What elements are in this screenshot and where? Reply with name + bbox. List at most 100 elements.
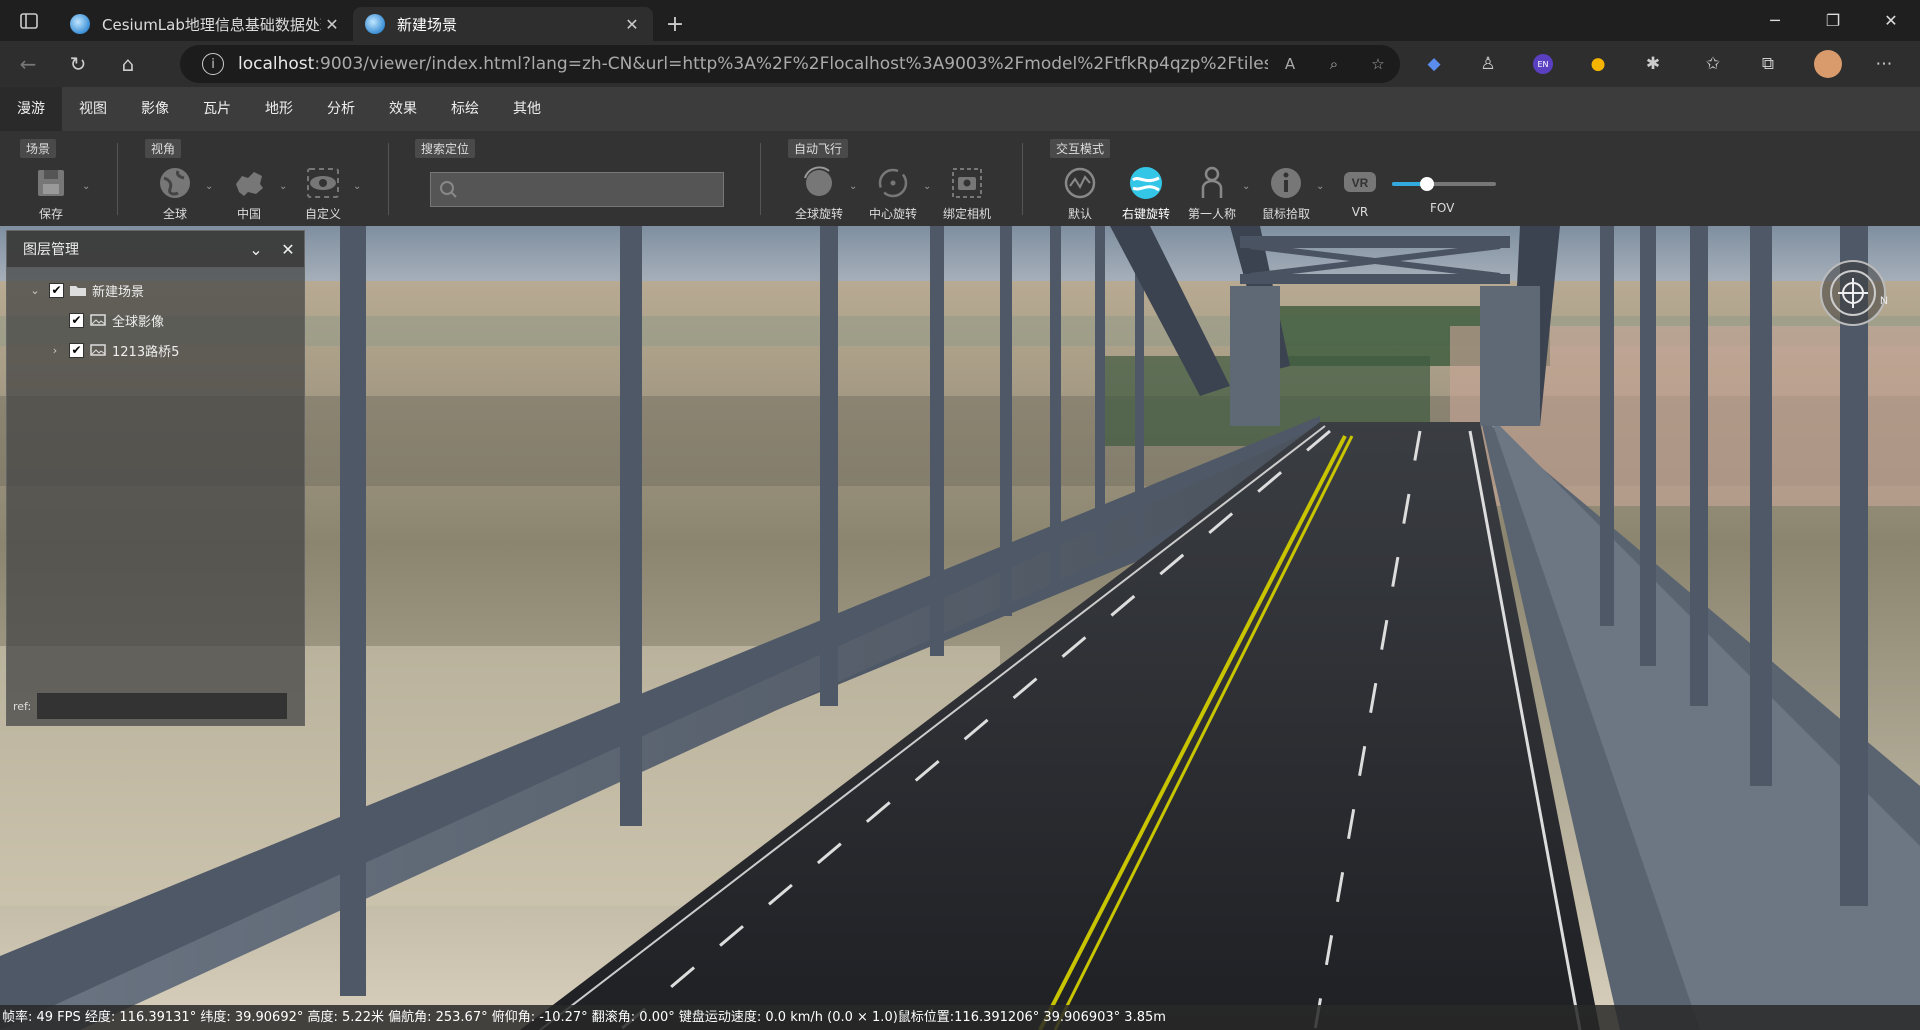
chevron-down-icon[interactable]: ⌄	[1242, 181, 1250, 192]
more-icon[interactable]: ⋯	[1866, 46, 1902, 82]
chevron-down-icon[interactable]: ⌄	[82, 181, 90, 192]
image-layer-icon	[90, 314, 106, 326]
browser-tabbar: CesiumLab地理信息基础数据处理 ✕ 新建场景 ✕ + ─ ❐ ✕	[0, 0, 1920, 41]
ref-input[interactable]	[37, 693, 288, 719]
read-aloud-icon[interactable]: A	[1268, 55, 1312, 73]
add-favorite-icon[interactable]: ☆	[1356, 55, 1400, 73]
menu-item-analysis[interactable]: 分析	[310, 87, 372, 131]
chevron-down-icon[interactable]: ⌄	[923, 181, 931, 192]
person-icon	[1192, 163, 1232, 203]
address-bar-row: ← ↻ ⌂ i localhost:9003/viewer/index.html…	[0, 41, 1920, 87]
tab-actions-icon[interactable]	[0, 0, 58, 41]
menu-item-view[interactable]: 视图	[62, 87, 124, 131]
en-icon[interactable]: EN	[1525, 46, 1561, 82]
chevron-down-icon[interactable]: ⌄	[849, 181, 857, 192]
menu-item-other[interactable]: 其他	[496, 87, 558, 131]
svg-text:N: N	[1880, 295, 1888, 307]
menu-item-imagery[interactable]: 影像	[124, 87, 186, 131]
minimize-icon[interactable]: ─	[1746, 0, 1804, 41]
chevron-down-icon[interactable]: ⌄	[279, 181, 287, 192]
tree-item-scene[interactable]: ⌄ ✔ 新建场景	[7, 275, 304, 305]
vr-button[interactable]: VR VR	[1327, 163, 1393, 223]
globe-rotate-icon	[799, 163, 839, 203]
collapse-icon[interactable]: ⌄	[240, 240, 272, 259]
center-rotate-icon	[873, 163, 913, 203]
puzzle-icon[interactable]: ✱	[1635, 46, 1671, 82]
favorites-icon[interactable]: ✩	[1695, 46, 1731, 82]
save-button[interactable]: 保存	[18, 163, 84, 223]
chevron-down-icon[interactable]: ⌄	[205, 181, 213, 192]
close-window-icon[interactable]: ✕	[1862, 0, 1920, 41]
tab-close-icon[interactable]: ✕	[621, 15, 643, 34]
search-icon	[440, 180, 457, 198]
site-info-icon[interactable]: i	[202, 53, 224, 75]
fov-knob[interactable]	[1420, 177, 1434, 191]
mode-default-button[interactable]: 默认	[1047, 163, 1113, 223]
panel-title: 图层管理	[23, 242, 79, 258]
tab-title: 新建场景	[397, 15, 458, 34]
chevron-down-icon[interactable]: ⌄	[353, 181, 361, 192]
menu-item-plotting[interactable]: 标绘	[434, 87, 496, 131]
back-icon[interactable]: ←	[6, 46, 50, 82]
mode-first-person-button[interactable]: 第一人称	[1179, 163, 1245, 223]
cesium-favicon-icon	[70, 14, 90, 34]
zoom-icon[interactable]: ⌕	[1312, 55, 1356, 73]
app-menu-bar: 漫游 视图 影像 瓦片 地形 分析 效果 标绘 其他	[0, 87, 1920, 131]
folder-icon	[70, 286, 86, 296]
navigation-compass-icon[interactable]: N	[1818, 258, 1888, 328]
mouse-pick-button[interactable]: 鼠标拾取	[1253, 163, 1319, 223]
restore-icon[interactable]: ❐	[1804, 0, 1862, 41]
info-icon	[1266, 163, 1306, 203]
avatar[interactable]	[1810, 46, 1846, 82]
tree-label: 新建场景	[92, 284, 145, 300]
group-label-interact: 交互模式	[1050, 139, 1111, 158]
close-icon[interactable]: ✕	[272, 240, 304, 259]
group-label-scene: 场景	[20, 139, 57, 158]
layer-checkbox[interactable]: ✔	[69, 342, 84, 358]
mode-right-rotate-button[interactable]: 右键旋转	[1113, 163, 1179, 223]
svg-text:VR: VR	[1352, 176, 1369, 190]
layer-checkbox[interactable]: ✔	[69, 312, 84, 328]
view-global-button[interactable]: 全球	[142, 163, 208, 223]
layer-checkbox[interactable]: ✔	[49, 282, 64, 298]
browser-tab-cesiumlab[interactable]: CesiumLab地理信息基础数据处理 ✕	[58, 7, 353, 41]
palette-icon[interactable]: ●	[1580, 46, 1616, 82]
ghost-icon[interactable]: ♙	[1470, 46, 1506, 82]
tree-label: 全球影像	[112, 314, 165, 330]
tree-item-bridge-model[interactable]: › ✔ 1213路桥5	[7, 335, 304, 365]
collections-icon[interactable]: ⧉	[1750, 46, 1786, 82]
vr-icon: VR	[1340, 163, 1380, 203]
new-tab-icon[interactable]: +	[653, 7, 697, 41]
chevron-right-icon[interactable]: ›	[47, 344, 63, 357]
divider	[388, 143, 389, 215]
tree-item-global-imagery[interactable]: ✔ 全球影像	[7, 305, 304, 335]
bind-camera-button[interactable]: 绑定相机	[934, 163, 1000, 223]
center-rotate-button[interactable]: 中心旋转	[860, 163, 926, 223]
tab-close-icon[interactable]: ✕	[321, 15, 343, 34]
eye-icon	[303, 163, 343, 203]
divider	[1022, 143, 1023, 215]
refresh-icon[interactable]: ↻	[56, 46, 100, 82]
divider	[760, 143, 761, 215]
url-field[interactable]: i localhost:9003/viewer/index.html?lang=…	[180, 45, 1400, 83]
home-icon[interactable]: ⌂	[106, 46, 150, 82]
view-china-button[interactable]: 中国	[216, 163, 282, 223]
menu-item-effects[interactable]: 效果	[372, 87, 434, 131]
divider	[117, 143, 118, 215]
fov-slider[interactable]: FOV	[1390, 171, 1500, 221]
view-custom-button[interactable]: 自定义	[290, 163, 356, 223]
chevron-down-icon[interactable]: ⌄	[27, 284, 43, 297]
browser-tab-new-scene[interactable]: 新建场景 ✕	[353, 7, 653, 41]
image-layer-icon	[90, 344, 106, 356]
globe-rotate-button[interactable]: 全球旋转	[786, 163, 852, 223]
cesium-favicon-icon	[365, 14, 385, 34]
menu-item-terrain[interactable]: 地形	[248, 87, 310, 131]
menu-item-tiles[interactable]: 瓦片	[186, 87, 248, 131]
globe-icon	[155, 163, 195, 203]
chevron-down-icon[interactable]: ⌄	[1316, 181, 1324, 192]
china-map-icon	[229, 163, 269, 203]
menu-item-roam[interactable]: 漫游	[0, 87, 62, 131]
right-rotate-icon	[1126, 163, 1166, 203]
search-input[interactable]	[430, 172, 724, 207]
shield-icon[interactable]: ◆	[1416, 46, 1452, 82]
